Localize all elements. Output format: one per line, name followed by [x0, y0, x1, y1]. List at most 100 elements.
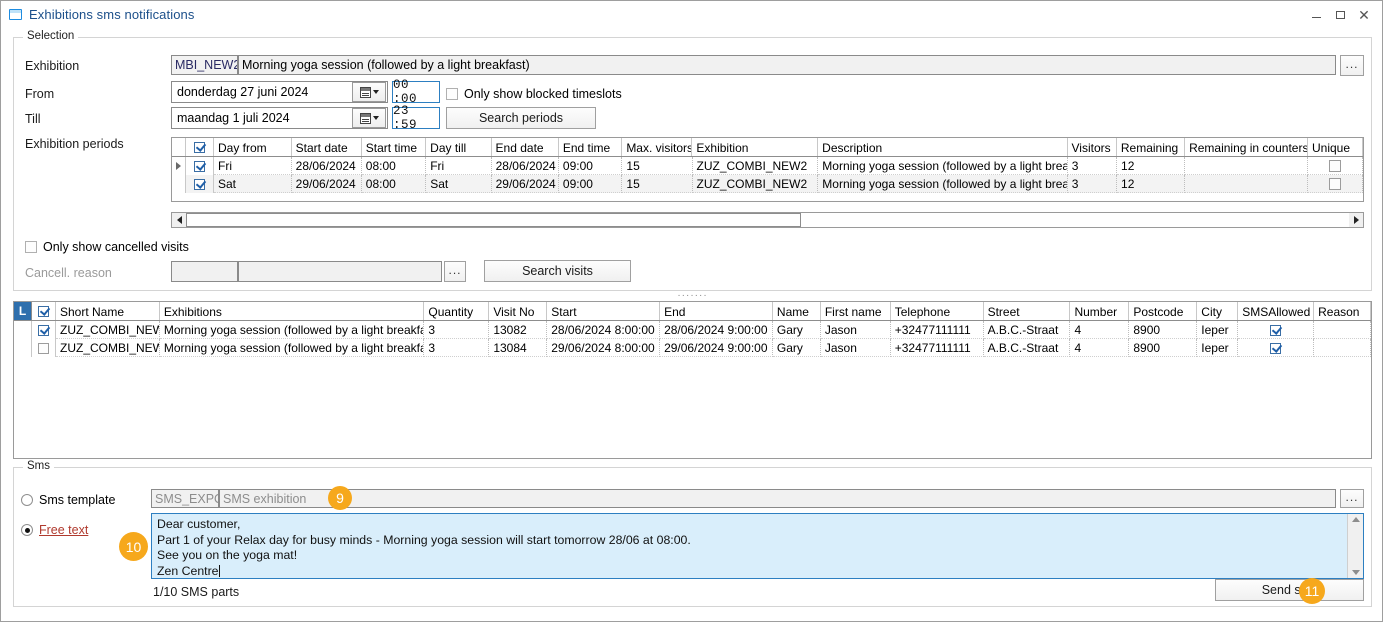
- free-text-radio-row[interactable]: Free text: [21, 523, 88, 537]
- unique-checkbox[interactable]: [1329, 160, 1341, 172]
- periods-col-visitors[interactable]: Visitors: [1068, 138, 1117, 156]
- cell-start-date: 29/06/2024: [292, 175, 362, 193]
- periods-col-end-time[interactable]: End time: [559, 138, 623, 156]
- visits-col-postcode[interactable]: Postcode: [1129, 302, 1197, 320]
- visits-col-short-name[interactable]: Short Name: [56, 302, 160, 320]
- cell-unique[interactable]: [1308, 175, 1363, 193]
- row-select-checkbox[interactable]: [194, 161, 205, 172]
- periods-col-description[interactable]: Description: [818, 138, 1067, 156]
- only-blocked-timeslots-row[interactable]: Only show blocked timeslots: [446, 87, 622, 101]
- only-blocked-timeslots-checkbox[interactable]: [446, 88, 458, 100]
- from-date-dropdown-button[interactable]: [352, 82, 386, 102]
- periods-col-remaining-counters[interactable]: Remaining in counters: [1185, 138, 1308, 156]
- row-select-checkbox[interactable]: [194, 179, 205, 190]
- periods-col-remaining[interactable]: Remaining: [1117, 138, 1185, 156]
- row-select-checkbox[interactable]: [38, 325, 49, 336]
- scroll-down-icon[interactable]: [1352, 570, 1360, 575]
- visits-col-city[interactable]: City: [1197, 302, 1238, 320]
- from-time-field[interactable]: 00 :00: [392, 81, 440, 103]
- scroll-left-button[interactable]: [172, 213, 186, 227]
- cell-short-name: ZUZ_COMBI_NEW2: [56, 321, 160, 339]
- periods-col-start-date[interactable]: Start date: [292, 138, 362, 156]
- search-visits-button[interactable]: Search visits: [484, 260, 631, 282]
- close-button[interactable]: ✕: [1352, 4, 1376, 26]
- splitter-handle[interactable]: ·······: [13, 291, 1372, 299]
- cell-sms-allowed[interactable]: [1238, 321, 1314, 339]
- visits-select-all-checkbox[interactable]: [38, 306, 49, 317]
- visits-col-number[interactable]: Number: [1070, 302, 1129, 320]
- exhibition-browse-button[interactable]: ...: [1340, 55, 1364, 76]
- till-date-field[interactable]: maandag 1 juli 2024: [171, 107, 388, 129]
- periods-col-unique[interactable]: Unique: [1308, 138, 1363, 156]
- sms-template-code-field[interactable]: SMS_EXPO: [151, 489, 219, 508]
- visits-col-start[interactable]: Start: [547, 302, 660, 320]
- till-time-field[interactable]: 23 :59: [392, 107, 440, 129]
- send-sms-button[interactable]: Send sms: [1215, 579, 1364, 601]
- visits-col-visit-no[interactable]: Visit No: [489, 302, 547, 320]
- minimize-button[interactable]: [1304, 4, 1328, 26]
- periods-col-day-from[interactable]: Day from: [214, 138, 292, 156]
- row-select-checkbox[interactable]: [38, 343, 49, 354]
- cell-sms-allowed[interactable]: [1238, 339, 1314, 357]
- table-row[interactable]: ZUZ_COMBI_NEW2 Morning yoga session (fol…: [14, 321, 1371, 339]
- sms-allowed-checkbox[interactable]: [1270, 325, 1281, 336]
- sms-template-radio[interactable]: [21, 494, 33, 506]
- visits-header-checkbox-cell[interactable]: [32, 302, 56, 320]
- row-select-cell[interactable]: [32, 339, 56, 357]
- periods-col-exhibition[interactable]: Exhibition: [692, 138, 818, 156]
- table-row[interactable]: Sat 29/06/2024 08:00 Sat 29/06/2024 09:0…: [172, 175, 1363, 193]
- table-row[interactable]: ZUZ_COMBI_NEW2 Morning yoga session (fol…: [14, 339, 1371, 357]
- unique-checkbox[interactable]: [1329, 178, 1341, 190]
- free-text-radio[interactable]: [21, 524, 33, 536]
- periods-col-day-till[interactable]: Day till: [426, 138, 491, 156]
- exhibition-name-field[interactable]: Morning yoga session (followed by a ligh…: [238, 55, 1336, 75]
- till-date-dropdown-button[interactable]: [352, 108, 386, 128]
- visits-col-reason[interactable]: Reason: [1314, 302, 1371, 320]
- visits-col-exhibitions[interactable]: Exhibitions: [160, 302, 425, 320]
- visits-col-telephone[interactable]: Telephone: [891, 302, 984, 320]
- scroll-up-icon[interactable]: [1352, 517, 1360, 522]
- only-cancelled-visits-checkbox[interactable]: [25, 241, 37, 253]
- exhibition-periods-grid[interactable]: Day from Start date Start time Day till …: [171, 137, 1364, 202]
- periods-horizontal-scrollbar[interactable]: [171, 212, 1364, 228]
- cancel-reason-code-field[interactable]: [171, 261, 238, 282]
- sms-template-name-field[interactable]: SMS exhibition: [219, 489, 1336, 508]
- periods-select-all-checkbox[interactable]: [194, 142, 205, 153]
- table-row[interactable]: Fri 28/06/2024 08:00 Fri 28/06/2024 09:0…: [172, 157, 1363, 175]
- cancel-reason-text-field[interactable]: [238, 261, 442, 282]
- visits-col-street[interactable]: Street: [984, 302, 1071, 320]
- visits-grid[interactable]: L Short Name Exhibitions Quantity Visit …: [13, 301, 1372, 459]
- exhibition-code-field[interactable]: MBI_NEW2: [171, 55, 238, 75]
- cell-unique[interactable]: [1308, 157, 1363, 175]
- from-date-field[interactable]: donderdag 27 juni 2024: [171, 81, 388, 103]
- visits-col-end[interactable]: End: [660, 302, 773, 320]
- row-select-cell[interactable]: [32, 321, 56, 339]
- scrollbar-thumb[interactable]: [186, 213, 801, 227]
- visits-col-first-name[interactable]: First name: [821, 302, 891, 320]
- sms-template-radio-row[interactable]: Sms template: [21, 493, 115, 507]
- row-select-cell[interactable]: [186, 175, 214, 193]
- free-text-input[interactable]: Dear customer, Part 1 of your Relax day …: [151, 513, 1364, 579]
- visits-col-sms-allowed[interactable]: SMSAllowed: [1238, 302, 1314, 320]
- search-periods-button[interactable]: Search periods: [446, 107, 596, 129]
- visits-grid-header: L Short Name Exhibitions Quantity Visit …: [14, 302, 1371, 321]
- sms-allowed-checkbox[interactable]: [1270, 343, 1281, 354]
- scrollbar-track[interactable]: [186, 213, 1349, 227]
- arrow-left-icon: [177, 216, 182, 224]
- periods-col-end-date[interactable]: End date: [492, 138, 559, 156]
- callout-badge-10: 10: [119, 532, 148, 561]
- visits-col-name[interactable]: Name: [773, 302, 821, 320]
- free-text-label[interactable]: Free text: [39, 523, 88, 537]
- periods-col-max-visitors[interactable]: Max. visitors: [622, 138, 692, 156]
- sms-template-browse-button[interactable]: ...: [1340, 489, 1364, 508]
- cell-postcode: 8900: [1129, 339, 1197, 357]
- free-text-vertical-scrollbar[interactable]: [1347, 514, 1363, 578]
- periods-col-start-time[interactable]: Start time: [362, 138, 426, 156]
- maximize-button[interactable]: [1328, 4, 1352, 26]
- periods-header-checkbox-cell[interactable]: [186, 138, 214, 156]
- visits-col-quantity[interactable]: Quantity: [424, 302, 489, 320]
- scroll-right-button[interactable]: [1349, 213, 1363, 227]
- cancel-reason-browse-button[interactable]: ...: [444, 261, 466, 282]
- row-select-cell[interactable]: [186, 157, 214, 175]
- only-cancelled-visits-row[interactable]: Only show cancelled visits: [25, 240, 189, 254]
